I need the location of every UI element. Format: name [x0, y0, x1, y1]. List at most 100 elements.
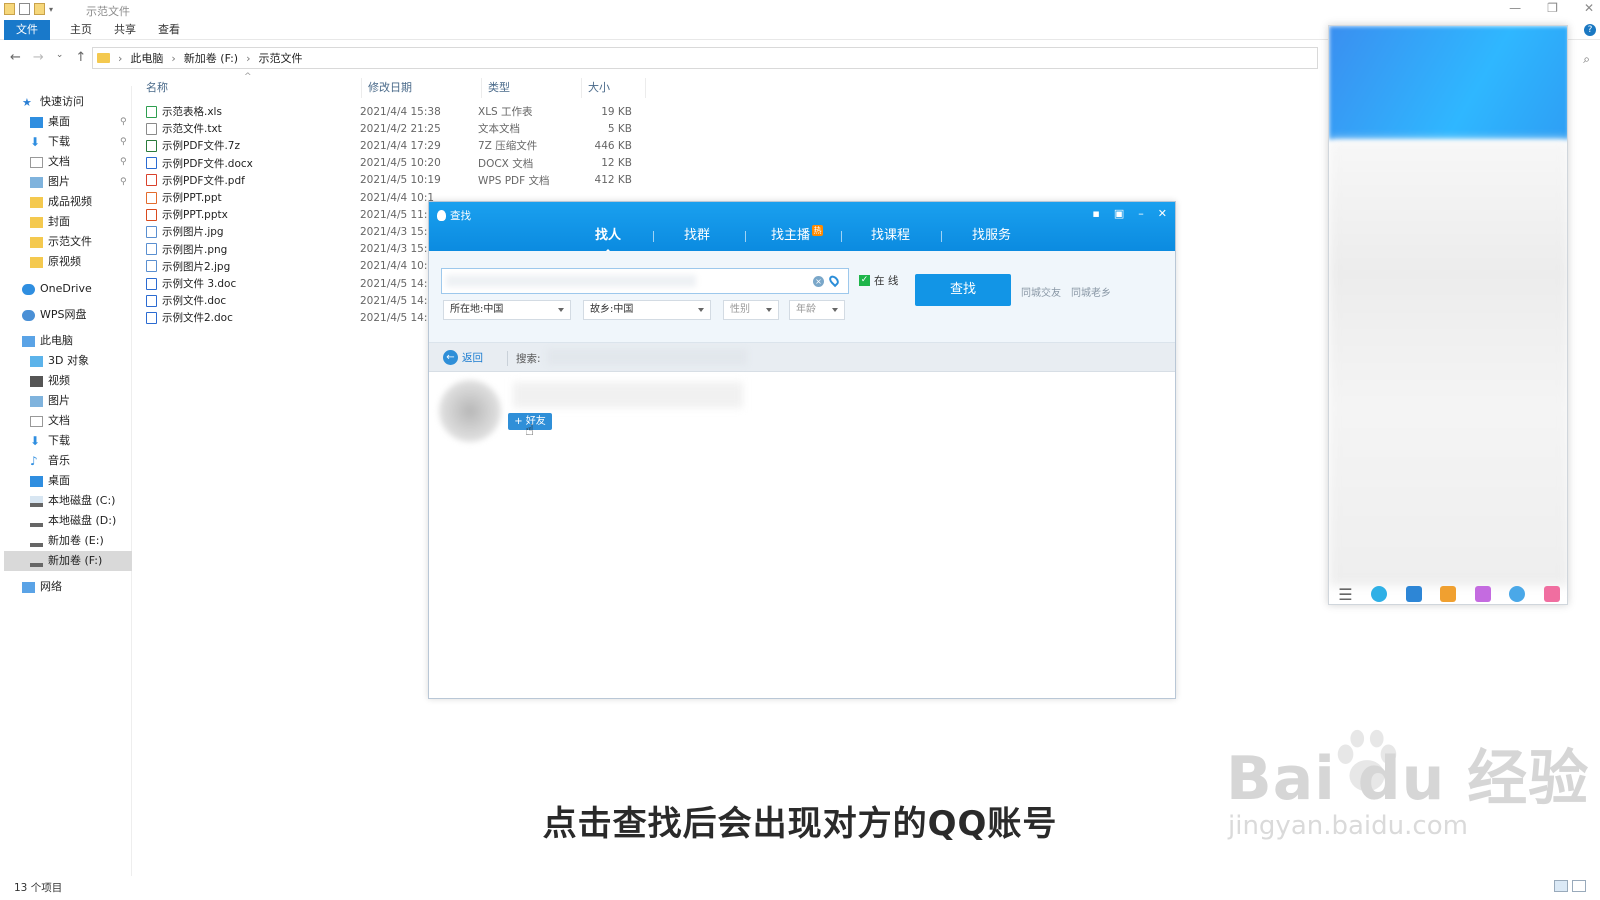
pin-icon[interactable]: ⚲	[120, 177, 127, 187]
search-icon[interactable]: ⌕	[1583, 52, 1590, 67]
sidebar-item-pictures[interactable]: 图片	[30, 172, 70, 192]
breadcrumb-item[interactable]: 此电脑	[130, 50, 163, 66]
cloud-icon[interactable]	[1509, 586, 1526, 602]
tab-find-services[interactable]: 找服务	[972, 225, 1011, 247]
location-pin-icon[interactable]	[827, 273, 841, 288]
up-arrow-icon[interactable]: ↑	[75, 50, 86, 65]
file-row[interactable]: 示例图片2.jpg 2021/4/4 10:	[146, 258, 427, 275]
sidebar-item-quick-access[interactable]: ★ 快速访问	[22, 92, 84, 112]
column-header-type[interactable]: 类型	[482, 78, 582, 98]
keyword-input[interactable]: ×	[441, 268, 849, 294]
recent-chevron-icon[interactable]: ⌄	[56, 50, 64, 65]
sidebar-item-wps-drive[interactable]: WPS网盘	[22, 305, 87, 325]
pin-icon[interactable]: ⚲	[120, 117, 127, 127]
back-button[interactable]: ← 返回	[443, 350, 483, 365]
same-city-friends-link[interactable]: 同城交友	[1021, 284, 1061, 299]
maximize-icon[interactable]: ❐	[1547, 1, 1558, 15]
file-row[interactable]: 示例文件2.doc 2021/4/5 14:	[146, 309, 427, 326]
sidebar-item-cover[interactable]: 封面	[30, 212, 70, 232]
sidebar-item-raw-videos[interactable]: 原视频	[30, 252, 81, 272]
properties-icon[interactable]	[19, 3, 30, 15]
tab-find-streamers[interactable]: 找主播热	[771, 225, 824, 247]
tab-view[interactable]: 查看	[146, 20, 192, 40]
tab-file[interactable]: 文件	[4, 20, 50, 40]
sidebar-item-drive-d[interactable]: 本地磁盘 (D:)	[30, 511, 116, 531]
minimize-icon[interactable]: –	[1138, 207, 1144, 220]
file-row[interactable]: 示例图片.jpg 2021/4/3 15:	[146, 223, 427, 240]
help-icon[interactable]: ?	[1584, 24, 1596, 36]
file-row[interactable]: 示例文件 3.doc 2021/4/5 14:	[146, 275, 427, 292]
file-row[interactable]: 示例PDF文件.7z 2021/4/4 17:29 7Z 压缩文件 446 KB	[146, 137, 632, 154]
quick-access-toolbar[interactable]: ▾	[4, 3, 53, 15]
pin-icon[interactable]: ⚲	[120, 157, 127, 167]
sidebar-item-desktop-pc[interactable]: 桌面	[30, 471, 70, 491]
file-row[interactable]: 示例PDF文件.docx 2021/4/5 10:20 DOCX 文档 12 KB	[146, 155, 632, 172]
game-icon[interactable]	[1474, 586, 1491, 602]
chevron-down-icon[interactable]: ▾	[49, 5, 53, 14]
clear-icon[interactable]: ×	[813, 276, 824, 287]
file-name: 示例图片2.jpg	[162, 260, 231, 273]
gift-icon[interactable]	[1440, 586, 1457, 602]
large-icons-view-icon[interactable]	[1572, 880, 1586, 892]
sidebar-item-onedrive[interactable]: OneDrive	[22, 279, 92, 299]
sidebar-item-demo-files[interactable]: 示范文件	[30, 232, 92, 252]
pin-icon[interactable]: ⚲	[120, 137, 127, 147]
tab-separator	[941, 231, 942, 242]
tab-find-people[interactable]: 找人	[595, 225, 621, 254]
file-transfer-icon[interactable]	[1405, 586, 1422, 602]
file-row[interactable]: 示例PPT.pptx 2021/4/5 11:	[146, 206, 427, 223]
sidebar-item-drive-e[interactable]: 新加卷 (E:)	[30, 531, 104, 551]
add-contact-icon[interactable]	[1371, 586, 1388, 602]
sidebar-item-downloads-pc[interactable]: ⬇ 下载	[30, 431, 70, 451]
breadcrumb-item[interactable]: 新加卷 (F:)	[184, 50, 238, 66]
age-select[interactable]: 年龄	[789, 300, 845, 320]
sidebar-item-downloads[interactable]: ⬇ 下载	[30, 132, 70, 152]
file-row[interactable]: 示例PPT.ppt 2021/4/4 10:1	[146, 189, 434, 206]
file-row[interactable]: 示例图片.png 2021/4/3 15:	[146, 241, 427, 258]
forward-arrow-icon[interactable]: →	[33, 50, 44, 65]
file-row[interactable]: 示例文件.doc 2021/4/5 14:	[146, 292, 427, 309]
gender-select[interactable]: 性别	[723, 300, 779, 320]
sidebar-item-desktop[interactable]: 桌面	[30, 112, 70, 132]
hometown-select[interactable]: 故乡:中国	[583, 300, 711, 320]
same-hometown-link[interactable]: 同城老乡	[1071, 284, 1111, 299]
sidebar-item-drive-f[interactable]: 新加卷 (F:)	[4, 551, 132, 571]
breadcrumb-item[interactable]: 示范文件	[258, 50, 302, 66]
tab-find-courses[interactable]: 找课程	[871, 225, 910, 247]
avatar[interactable]	[439, 380, 501, 442]
apps-grid-icon[interactable]	[1543, 586, 1560, 602]
minimize-icon[interactable]: —	[1509, 1, 1521, 15]
sidebar-item-pictures-pc[interactable]: 图片	[30, 391, 70, 411]
tab-home[interactable]: 主页	[58, 20, 104, 40]
sidebar-item-documents-pc[interactable]: 文档	[30, 411, 70, 431]
address-bar[interactable]: › 此电脑 › 新加卷 (F:) › 示范文件	[92, 47, 1318, 69]
column-header-size[interactable]: 大小	[582, 78, 646, 98]
menu-icon[interactable]: ☰	[1338, 585, 1352, 604]
new-folder-icon[interactable]	[34, 3, 45, 15]
file-row[interactable]: 示范文件.txt 2021/4/2 21:25 文本文档 5 KB	[146, 120, 632, 137]
find-button[interactable]: 查找	[915, 274, 1011, 306]
tab-share[interactable]: 共享	[102, 20, 148, 40]
sidebar-item-videos[interactable]: 视频	[30, 371, 70, 391]
sidebar-item-this-pc[interactable]: 此电脑	[22, 331, 73, 351]
sidebar-item-documents[interactable]: 文档	[30, 152, 70, 172]
checkbox-checked-icon[interactable]: ✓	[859, 275, 870, 286]
close-icon[interactable]: ✕	[1158, 207, 1167, 220]
details-view-icon[interactable]	[1554, 880, 1568, 892]
file-row[interactable]: 示例PDF文件.pdf 2021/4/5 10:19 WPS PDF 文档 412 K…	[146, 172, 632, 189]
online-checkbox[interactable]: ✓ 在 线	[859, 273, 898, 288]
location-select[interactable]: 所在地:中国	[443, 300, 571, 320]
tab-find-groups[interactable]: 找群	[684, 225, 710, 247]
close-icon[interactable]: ✕	[1584, 1, 1594, 15]
sidebar-item-drive-c[interactable]: 本地磁盘 (C:)	[30, 491, 115, 511]
sidebar-item-finished-videos[interactable]: 成品视频	[30, 192, 92, 212]
file-row[interactable]: 示范表格.xls 2021/4/4 15:38 XLS 工作表 19 KB	[146, 103, 632, 120]
column-header-name[interactable]: 名称	[140, 78, 362, 98]
sidebar-item-music[interactable]: ♪ 音乐	[30, 451, 70, 471]
column-header-date[interactable]: 修改日期	[362, 78, 482, 98]
sidebar-item-3d-objects[interactable]: 3D 对象	[30, 351, 89, 371]
feedback-icon[interactable]: ▪	[1092, 207, 1099, 220]
sidebar-item-network[interactable]: 网络	[22, 577, 62, 597]
back-arrow-icon[interactable]: ←	[10, 50, 21, 65]
lock-icon[interactable]: ▣	[1114, 207, 1124, 220]
